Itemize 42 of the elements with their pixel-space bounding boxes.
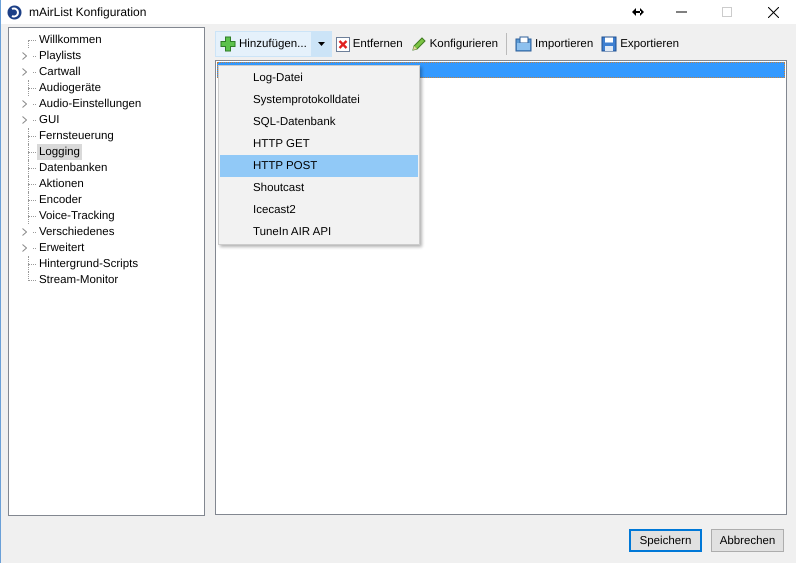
menu-item[interactable]: TuneIn AIR API [220, 221, 418, 243]
tree-item[interactable]: Voice-Tracking [37, 208, 117, 224]
menu-item[interactable]: Log-Datei [220, 67, 418, 89]
minimize-icon[interactable] [676, 11, 686, 13]
tree-item[interactable]: Hintergrund-Scripts [37, 256, 140, 272]
plus-icon [220, 36, 236, 52]
floppy-icon [601, 36, 618, 52]
menu-item[interactable]: Icecast2 [220, 199, 418, 221]
import-button[interactable]: Importieren [511, 32, 598, 56]
menu-item[interactable]: HTTP POST [220, 155, 418, 177]
folder-icon [515, 36, 532, 52]
remove-button[interactable]: Entfernen [332, 32, 407, 56]
tree-item[interactable]: Datenbanken [37, 160, 110, 176]
tree-item[interactable]: Erweitert [37, 240, 86, 256]
menu-item[interactable]: Systemprotokolldatei [220, 89, 418, 111]
caret-icon [318, 42, 325, 46]
cancel-button[interactable]: Abbrechen [711, 529, 784, 552]
tree-item[interactable]: Aktionen [37, 176, 86, 192]
tree-item[interactable]: Audiogeräte [37, 80, 104, 96]
tree-item[interactable]: GUI [37, 112, 62, 128]
menu-item[interactable]: Shoutcast [220, 177, 418, 199]
save-button[interactable]: Speichern [629, 529, 702, 552]
close-icon[interactable] [768, 6, 778, 18]
tree-item[interactable]: Willkommen [37, 32, 104, 48]
tree-item[interactable]: Cartwall [37, 64, 83, 80]
pencil-icon [410, 36, 427, 52]
configure-button[interactable]: Konfigurieren [406, 32, 502, 56]
app-logo-icon [7, 4, 22, 20]
tree-item[interactable]: Stream-Monitor [37, 272, 120, 288]
resize-icon[interactable] [632, 8, 644, 16]
tree-item[interactable]: Encoder [37, 192, 84, 208]
export-button[interactable]: Exportieren [597, 32, 684, 56]
dropdown-button[interactable] [310, 32, 331, 56]
tree-item[interactable]: Playlists [37, 48, 84, 64]
tree-item[interactable]: Audio-Einstellungen [37, 96, 144, 112]
window-title: mAirList Konfiguration [29, 5, 146, 19]
tree-item[interactable]: Fernsteuerung [37, 128, 116, 144]
remove-icon [336, 36, 350, 52]
tree-item[interactable]: Logging [37, 144, 82, 160]
tree-item[interactable]: Verschiedenes [37, 224, 116, 240]
menu-item[interactable]: HTTP GET [220, 133, 418, 155]
menu-item[interactable]: SQL-Datenbank [220, 111, 418, 133]
